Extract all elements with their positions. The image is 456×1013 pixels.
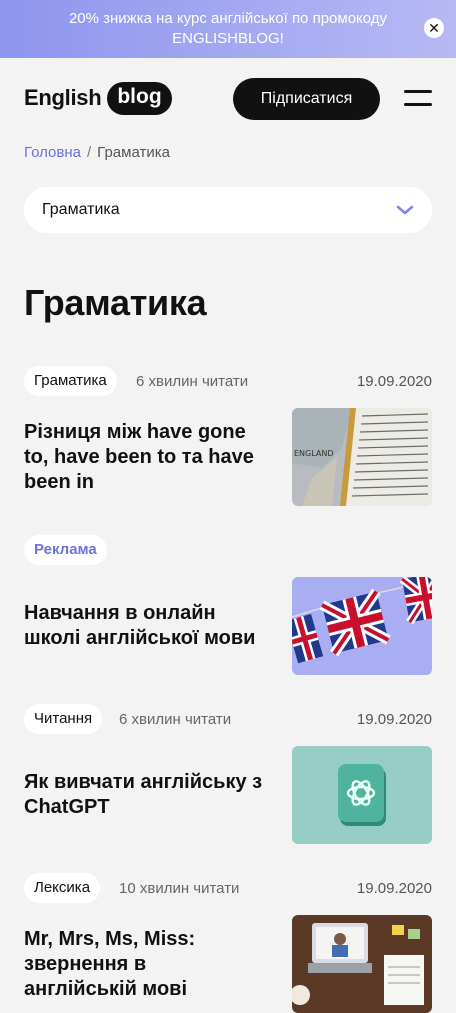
subscribe-button[interactable]: Підписатися <box>233 78 380 120</box>
desk-laptop-image[interactable] <box>292 915 432 1013</box>
site-logo[interactable]: English blog <box>24 80 172 116</box>
read-time: 6 хвилин читати <box>119 711 232 728</box>
read-time: 6 хвилин читати <box>136 373 249 390</box>
article-meta: Реклама <box>24 535 432 565</box>
article-title[interactable]: Різниця між have gone to, have been to т… <box>24 420 264 495</box>
read-time: 10 хвилин читати <box>119 880 240 897</box>
logo-word-english: English <box>24 85 102 110</box>
ad-tag: Реклама <box>24 535 107 565</box>
article-title[interactable]: Як вивчати англійську з ChatGPT <box>24 770 264 820</box>
article-meta: Читання 6 хвилин читати 19.09.2020 <box>24 704 432 734</box>
article-card[interactable]: Граматика 6 хвилин читати 19.09.2020 Різ… <box>24 366 432 506</box>
article-meta: Лексика 10 хвилин читати 19.09.2020 <box>24 873 432 903</box>
article-card[interactable]: Лексика 10 хвилин читати 19.09.2020 Mr, … <box>24 873 432 1013</box>
promo-text: 20% знижка на курс англійської по промок… <box>68 10 388 47</box>
uk-flags-image[interactable] <box>292 577 432 675</box>
article-title[interactable]: Mr, Mrs, Ms, Miss: звернення в англійськ… <box>24 927 264 1002</box>
category-tag[interactable]: Читання <box>24 704 103 734</box>
page-title: Граматика <box>24 282 207 323</box>
hamburger-menu-icon[interactable] <box>404 90 432 108</box>
breadcrumb-separator: / <box>87 144 92 161</box>
article-date: 19.09.2020 <box>356 880 432 897</box>
chatgpt-logo-image[interactable] <box>292 746 432 844</box>
article-meta: Граматика 6 хвилин читати 19.09.2020 <box>24 366 432 396</box>
breadcrumb-current: Граматика <box>97 144 170 161</box>
article-date: 19.09.2020 <box>356 711 432 728</box>
article-title[interactable]: Навчання в онлайн школі англійської мови <box>24 601 264 651</box>
breadcrumb: Головна / Граматика <box>24 144 170 161</box>
article-card[interactable]: Читання 6 хвилин читати 19.09.2020 Як ви… <box>24 704 432 844</box>
logo-word-blog: blog <box>107 81 172 115</box>
breadcrumb-home-link[interactable]: Головна <box>24 144 81 161</box>
close-icon[interactable]: ✕ <box>424 18 444 38</box>
svg-text:ENGLAND: ENGLAND <box>294 449 334 458</box>
article-card[interactable]: Реклама Навчання в онлайн школі англійсь… <box>24 535 432 675</box>
category-select[interactable]: Граматика <box>24 187 432 233</box>
promo-banner: 20% знижка на курс англійської по промок… <box>0 0 456 58</box>
chevron-down-icon <box>396 205 414 215</box>
category-tag[interactable]: Граматика <box>24 366 117 396</box>
category-select-value: Граматика <box>42 201 120 218</box>
dictionary-map-image[interactable]: ENGLAND <box>292 408 432 506</box>
category-tag[interactable]: Лексика <box>24 873 101 903</box>
article-date: 19.09.2020 <box>356 373 432 390</box>
